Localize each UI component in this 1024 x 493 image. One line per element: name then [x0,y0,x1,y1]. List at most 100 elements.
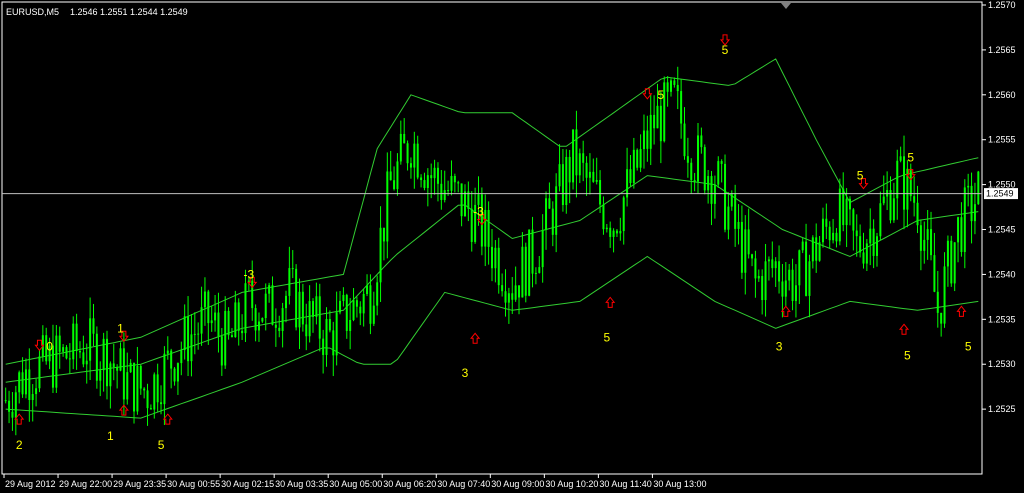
candle-body [720,161,723,164]
candle-body [896,160,899,199]
signal-count-label: -3 [244,267,255,281]
signal-count-label: 5 [722,43,729,57]
candle-body [832,232,835,241]
candlesticks [4,66,980,436]
arrow-up-icon [162,413,173,425]
candle-body [274,324,277,328]
candle-body [521,246,524,298]
candle-body [379,227,382,283]
candle-body [710,176,713,204]
candle-body [241,330,244,334]
candle-body [65,347,68,359]
shift-marker-icon[interactable] [781,3,791,9]
candle-body [382,227,385,242]
candle-body [119,348,122,371]
candle-body [771,259,774,269]
candle-body [305,324,308,337]
candle-body [892,198,895,221]
candle-body [913,196,916,203]
signal-count-label: 3 [776,339,783,353]
candle-body [751,254,754,259]
candle-body [909,168,912,197]
candle-body [173,368,176,382]
candle-body [950,240,953,284]
candle-body [561,164,564,206]
price-chart[interactable]: EURUSD,M5 1.2546 1.2551 1.2544 1.2549 0 1… [0,0,1024,493]
candle-body [143,388,146,391]
candle-body [359,306,362,314]
candle-body [372,305,375,324]
candle-body [764,261,767,301]
candle-body [315,296,318,317]
candle-body [599,180,602,205]
y-tick-label: 1.2555 [988,135,1016,145]
candle-body [440,183,443,200]
candle-body [747,229,750,255]
candle-body [825,218,828,227]
candle-body [875,236,878,256]
candle-body [612,230,615,237]
candle-body [180,350,183,364]
candle-body [930,229,933,256]
candle-body [578,153,581,176]
candle-body [713,184,716,204]
candle-body [480,194,483,247]
candle-body [619,231,622,234]
y-tick-label: 1.2530 [988,359,1016,369]
candle-body [534,272,537,274]
candle-body [322,338,325,355]
candle-body [855,230,858,237]
candle-body [318,296,321,339]
candle-body [409,163,412,168]
candle-body [55,335,58,388]
y-tick-label: 1.2565 [988,45,1016,55]
y-tick-label: 1.2560 [988,90,1016,100]
symbol-label: EURUSD,M5 [6,7,59,17]
candle-body [139,365,142,389]
candle-body [528,229,531,296]
candle-body [298,291,301,328]
candle-body [622,197,625,232]
candle-body [210,320,213,324]
candle-body [224,310,227,366]
candle-body [700,135,703,148]
x-tick-label: 30 Aug 11:40 [599,479,651,489]
candle-body [970,185,973,222]
candle-body [538,267,541,273]
candle-body [254,308,257,331]
time-axis: 29 Aug 2012 29 Aug 22:00 29 Aug 23:35 30 Au… [3,474,706,489]
ohlc-readout: 1.2546 1.2551 1.2544 1.2549 [70,7,188,17]
x-tick-label: 30 Aug 13:00 [653,479,706,489]
candle-body [268,285,271,294]
candle-body [312,301,315,317]
candle-body [727,206,730,230]
candle-body [798,250,801,286]
candle-body [176,363,179,382]
candle-body [575,129,578,176]
x-tick-label: 29 Aug 23:35 [113,479,166,489]
candle-body [403,133,406,144]
candle-body [170,350,173,369]
candle-body [919,225,922,251]
candle-body [362,294,365,314]
candle-body [160,402,163,405]
signal-count-label: 5 [907,151,914,165]
x-tick-label: 30 Aug 09:00 [491,479,544,489]
candle-body [89,318,92,361]
candle-body [288,268,291,296]
signal-count-label: 2 [16,438,23,452]
y-tick-label: 1.2540 [988,269,1016,279]
candle-body [484,209,487,247]
candle-body [903,156,906,210]
candle-body [146,390,149,409]
signal-count-label: 1 [107,429,114,443]
signal-count-label: 3 [462,366,469,380]
candle-body [899,156,902,161]
candle-body [693,179,696,182]
x-tick-label: 30 Aug 07:40 [437,479,490,489]
candle-body [406,143,409,164]
candle-body [507,293,510,303]
candle-body [865,243,868,264]
candle-body [737,221,740,229]
candle-body [940,312,943,324]
